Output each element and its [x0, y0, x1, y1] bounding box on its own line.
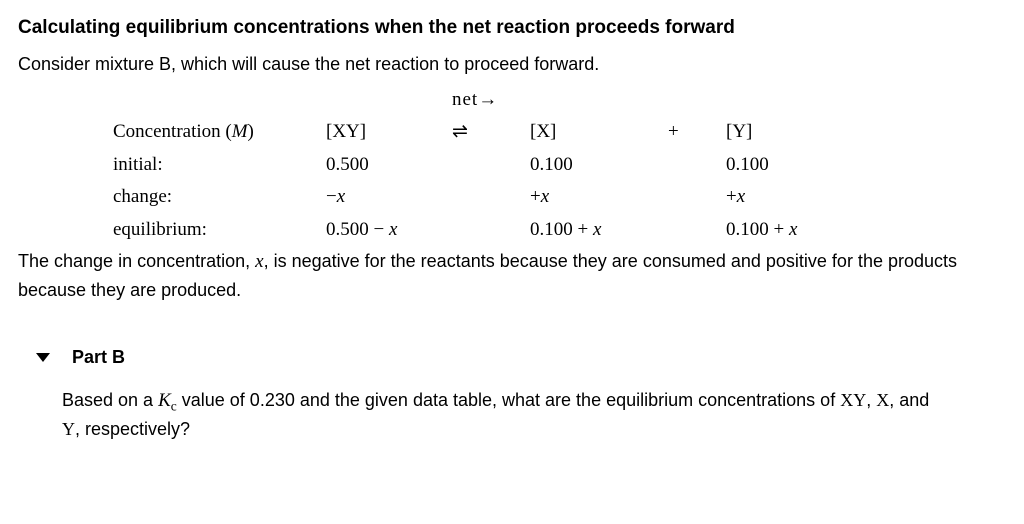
explanation-text: The change in concentration, x, is negat…	[18, 248, 1006, 304]
initial-row: initial: 0.500 0.100 0.100	[113, 149, 844, 182]
kc-k: K	[158, 390, 171, 411]
change-label: change:	[113, 181, 326, 214]
table-header-row: Concentration (M) [XY] ⇌ [X] + [Y]	[113, 116, 844, 149]
part-b-header[interactable]: Part B	[36, 344, 1006, 371]
page-container: Calculating equilibrium concentrations w…	[0, 0, 1024, 457]
q-comma1: ,	[866, 390, 876, 410]
part-b-label: Part B	[72, 344, 125, 371]
q-comma2: , and	[889, 390, 929, 410]
section-heading: Calculating equilibrium concentrations w…	[18, 14, 1006, 43]
right-arrow-icon: →	[478, 89, 498, 110]
header-plus: +	[668, 116, 726, 149]
change-xy: −x	[326, 181, 452, 214]
change-row: change: −x +x +x	[113, 181, 844, 214]
chevron-down-icon	[36, 353, 50, 362]
explain-var: x	[255, 251, 263, 272]
equilibrium-row: equilibrium: 0.500 − x 0.100 + x 0.100 +…	[113, 214, 844, 247]
initial-xy: 0.500	[326, 149, 452, 182]
q-mid: value of 0.230 and the given data table,…	[177, 390, 840, 410]
q-xy: XY	[840, 390, 866, 410]
header-xy: [XY]	[326, 116, 452, 149]
q-x: X	[876, 390, 889, 410]
initial-y: 0.100	[726, 149, 844, 182]
conc-label: Concentration (M)	[113, 116, 326, 149]
change-x: +x	[530, 181, 668, 214]
q-y: Y	[62, 419, 75, 439]
question-text: Based on a Kc value of 0.230 and the giv…	[62, 387, 946, 444]
equilibrium-label: equilibrium:	[113, 214, 326, 247]
intro-text: Consider mixture B, which will cause the…	[18, 51, 1006, 78]
q-pre: Based on a	[62, 390, 158, 410]
net-row: net→	[113, 84, 844, 117]
header-y: [Y]	[726, 116, 844, 149]
initial-x: 0.100	[530, 149, 668, 182]
initial-label: initial:	[113, 149, 326, 182]
explain-pre: The change in concentration,	[18, 251, 255, 271]
equilibrium-arrows-icon: ⇌	[452, 116, 530, 149]
change-y: +x	[726, 181, 844, 214]
ice-table: net→ Concentration (M) [XY] ⇌ [X] + [Y] …	[113, 84, 844, 247]
equilibrium-x: 0.100 + x	[530, 214, 668, 247]
header-x: [X]	[530, 116, 668, 149]
q-end: , respectively?	[75, 419, 190, 439]
equilibrium-xy: 0.500 − x	[326, 214, 452, 247]
spacer	[18, 304, 1006, 344]
equilibrium-y: 0.100 + x	[726, 214, 844, 247]
net-label: net	[452, 89, 478, 110]
